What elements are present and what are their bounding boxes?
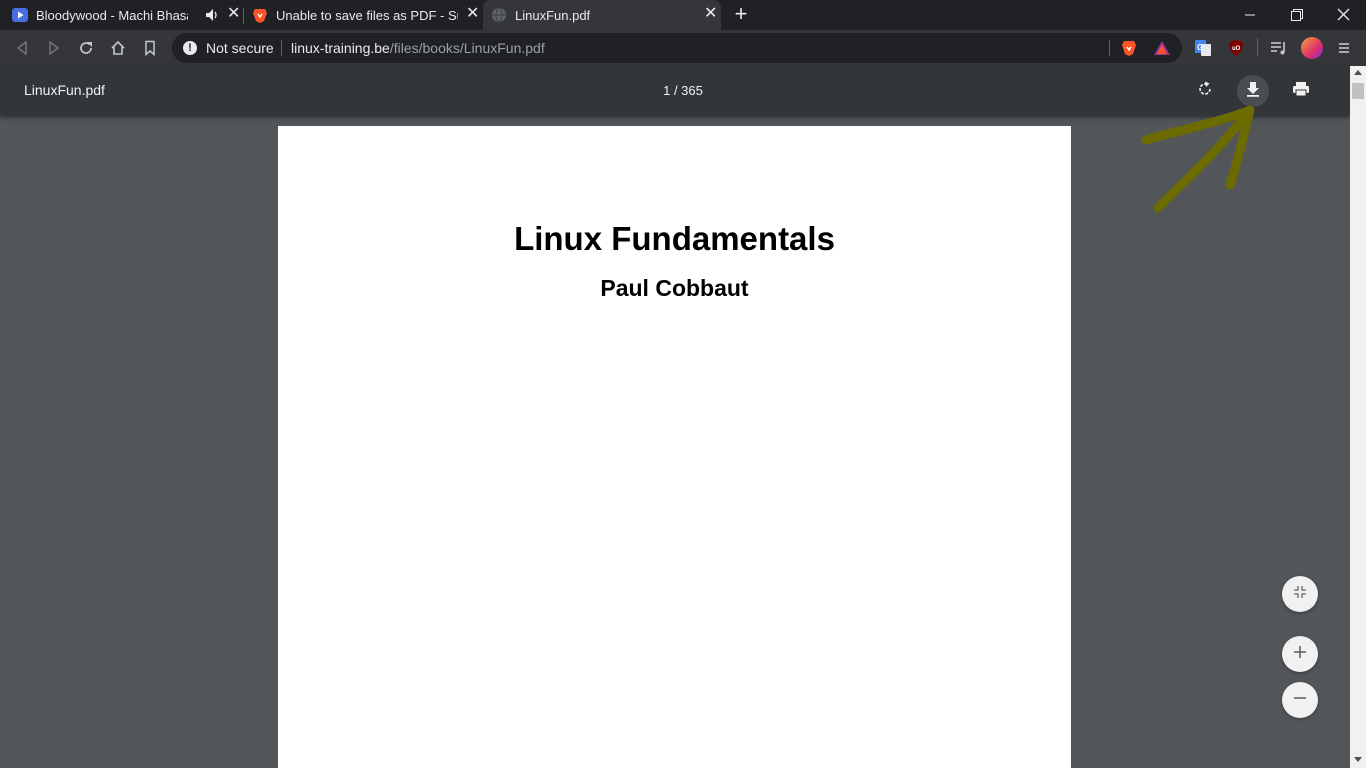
scroll-thumb[interactable]	[1352, 83, 1364, 99]
bookmark-icon[interactable]	[140, 38, 160, 58]
home-icon[interactable]	[108, 38, 128, 58]
document-title: Linux Fundamentals	[514, 220, 835, 257]
close-tab-icon[interactable]: ✕	[227, 6, 240, 22]
divider	[1257, 38, 1258, 56]
annotation-arrow	[1141, 105, 1255, 213]
brave-shields-icon[interactable]	[1120, 39, 1138, 62]
print-icon	[1292, 81, 1310, 102]
pdf-page: Linux Fundamentals Paul Cobbaut	[278, 126, 1071, 768]
close-window-button[interactable]	[1337, 5, 1351, 30]
menu-icon[interactable]	[1334, 38, 1354, 58]
zoom-in-button[interactable]	[1282, 636, 1318, 672]
print-button[interactable]	[1285, 75, 1317, 107]
ublock-origin-icon[interactable]: uO	[1226, 38, 1246, 58]
minus-icon	[1293, 691, 1307, 710]
google-translate-icon[interactable]: G	[1193, 38, 1213, 58]
page-indicator[interactable]: 1 / 365	[0, 83, 1366, 98]
reload-icon[interactable]	[76, 38, 96, 58]
close-tab-icon[interactable]: ✕	[466, 6, 479, 22]
brave-lion-icon	[252, 7, 268, 23]
new-tab-button[interactable]: +	[731, 3, 751, 26]
media-queue-icon[interactable]	[1269, 38, 1289, 58]
tab-linuxfun-pdf[interactable]: LinuxFun.pdf ✕	[483, 0, 721, 30]
back-icon[interactable]	[12, 38, 32, 58]
youtube-play-icon	[12, 7, 28, 23]
svg-text:G: G	[1197, 43, 1203, 52]
minimize-button[interactable]	[1244, 5, 1256, 30]
tab-strip: Bloodywood - Machi Bhasad ( ✕ Unable to …	[0, 0, 1366, 30]
divider	[1109, 40, 1110, 56]
download-icon	[1245, 81, 1261, 102]
globe-icon	[491, 7, 507, 23]
scroll-up-arrow-icon[interactable]	[1354, 70, 1362, 75]
profile-avatar[interactable]	[1301, 37, 1323, 59]
security-label[interactable]: Not secure	[206, 40, 274, 56]
url-host: linux-training.be	[291, 40, 390, 56]
tab-brave-support[interactable]: Unable to save files as PDF - Suppo ✕	[244, 0, 482, 30]
brave-rewards-icon[interactable]	[1153, 39, 1171, 62]
document-author: Paul Cobbaut	[600, 275, 749, 301]
browser-toolbar: ! Not secure linux-training.be/files/boo…	[0, 30, 1366, 66]
scroll-down-arrow-icon[interactable]	[1354, 757, 1362, 762]
info-warning-icon[interactable]: !	[183, 41, 197, 55]
address-bar[interactable]: ! Not secure linux-training.be/files/boo…	[172, 33, 1182, 63]
tab-bloodywood[interactable]: Bloodywood - Machi Bhasad ( ✕	[4, 0, 242, 30]
url-text[interactable]: linux-training.be/files/books/LinuxFun.p…	[291, 40, 545, 56]
close-tab-icon[interactable]: ✕	[704, 6, 717, 22]
url-path: /files/books/LinuxFun.pdf	[389, 40, 545, 56]
zoom-out-button[interactable]	[1282, 682, 1318, 718]
svg-text:uO: uO	[1232, 46, 1241, 52]
fit-page-button[interactable]	[1282, 576, 1318, 612]
plus-icon	[1293, 645, 1307, 664]
vertical-scrollbar[interactable]	[1350, 66, 1366, 768]
tab-title: Bloodywood - Machi Bhasad (	[36, 7, 188, 23]
speaker-icon[interactable]	[205, 8, 219, 25]
forward-icon[interactable]	[44, 38, 64, 58]
restore-button[interactable]	[1290, 5, 1304, 30]
fit-to-page-icon	[1293, 585, 1307, 604]
tab-title: LinuxFun.pdf	[515, 7, 591, 23]
divider	[281, 40, 282, 56]
tab-title: Unable to save files as PDF - Suppo	[276, 7, 458, 23]
